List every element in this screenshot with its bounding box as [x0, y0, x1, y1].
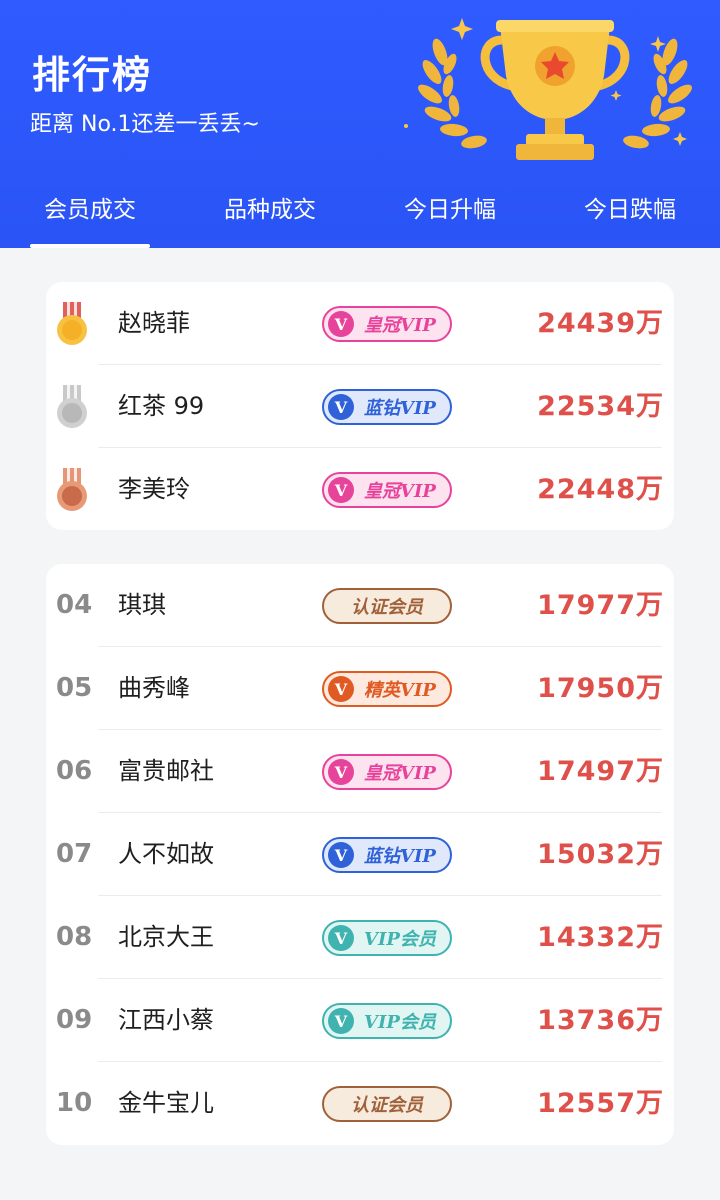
member-name: 人不如故	[118, 840, 214, 868]
top3-card: 赵晓菲 V 皇冠VIP 24439万红茶 99 V 蓝钻VIP 22534万李美玲 V 皇冠VI…	[46, 282, 674, 530]
deal-amount: 15032万	[537, 839, 664, 870]
badge-label: 认证会员	[351, 1095, 423, 1116]
rank-row[interactable]: 05 曲秀峰 V 精英VIP 17950万	[46, 647, 674, 730]
badge-label: 皇冠VIP	[364, 763, 436, 784]
deal-amount: 22448万	[537, 474, 664, 505]
top-rank-row[interactable]: 赵晓菲 V 皇冠VIP 24439万	[46, 282, 674, 365]
badge-label: 蓝钻VIP	[364, 846, 436, 867]
rank-number: 06	[56, 756, 93, 786]
trophy-icon	[404, 18, 692, 160]
badge-label: VIP会员	[364, 929, 436, 950]
vip-v-icon: V	[328, 759, 354, 785]
rank-number: 10	[56, 1088, 93, 1118]
member-name: 富贵邮社	[118, 757, 214, 785]
rank-row[interactable]: 08 北京大王 V VIP会员 14332万	[46, 896, 674, 979]
member-level-badge: V VIP会员	[322, 920, 452, 956]
rank-row[interactable]: 06 富贵邮社 V 皇冠VIP 17497万	[46, 730, 674, 813]
member-level-badge: V 皇冠VIP	[322, 306, 452, 342]
vip-v-icon: V	[328, 477, 354, 503]
rank-number: 07	[56, 839, 93, 869]
vip-v-icon: V	[328, 394, 354, 420]
member-name: 李美玲	[118, 475, 190, 503]
member-name: 江西小蔡	[118, 1006, 214, 1034]
rank-row[interactable]: 04 琪琪 认证会员 17977万	[46, 564, 674, 647]
vip-v-icon: V	[328, 311, 354, 337]
deal-amount: 24439万	[537, 308, 664, 339]
tab-today-fall[interactable]: 今日跌幅	[540, 188, 720, 248]
rank-number: 08	[56, 922, 93, 952]
member-level-badge: V 蓝钻VIP	[322, 389, 452, 425]
member-name: 琪琪	[118, 591, 166, 619]
badge-label: 认证会员	[351, 597, 423, 618]
badge-label: VIP会员	[364, 1012, 436, 1033]
vip-v-icon: V	[328, 676, 354, 702]
deal-amount: 17950万	[537, 673, 664, 704]
tab-today-rise[interactable]: 今日升幅	[360, 188, 540, 248]
deal-amount: 17497万	[537, 756, 664, 787]
deal-amount: 17977万	[537, 590, 664, 621]
gold-medal-icon	[57, 302, 87, 345]
member-level-badge: V 精英VIP	[322, 671, 452, 707]
badge-label: 皇冠VIP	[364, 315, 436, 336]
tab-bar: 会员成交 品种成交 今日升幅 今日跌幅	[0, 188, 720, 248]
deal-amount: 13736万	[537, 1005, 664, 1036]
page-title: 排行榜	[32, 53, 153, 97]
badge-label: 精英VIP	[364, 680, 436, 701]
member-name: 曲秀峰	[118, 674, 190, 702]
badge-label: 皇冠VIP	[364, 481, 436, 502]
badge-label: 蓝钻VIP	[364, 398, 436, 419]
member-name: 红茶 99	[118, 392, 205, 420]
member-level-badge: 认证会员	[322, 588, 452, 624]
member-name: 赵晓菲	[118, 309, 190, 337]
ranking-list-card: 04 琪琪 认证会员 17977万 05 曲秀峰 V 精英VIP 17950万 06 富贵邮社 V 皇冠…	[46, 564, 674, 1145]
rank-number: 04	[56, 590, 93, 620]
deal-amount: 14332万	[537, 922, 664, 953]
member-level-badge: V 蓝钻VIP	[322, 837, 452, 873]
page-subtitle: 距离 No.1还差一丢丢~	[30, 112, 260, 137]
vip-v-icon: V	[328, 925, 354, 951]
rank-number: 05	[56, 673, 93, 703]
header-banner: 排行榜 距离 No.1还差一丢丢~ 会员成交 品种成交 今日升幅 今日跌幅	[0, 0, 720, 248]
bronze-medal-icon	[57, 468, 87, 511]
vip-v-icon: V	[328, 842, 354, 868]
member-level-badge: V 皇冠VIP	[322, 472, 452, 508]
member-name: 北京大王	[118, 923, 214, 951]
member-level-badge: 认证会员	[322, 1086, 452, 1122]
tab-member-deals[interactable]: 会员成交	[0, 188, 180, 248]
tab-variety-deals[interactable]: 品种成交	[180, 188, 360, 248]
rank-number: 09	[56, 1005, 93, 1035]
rank-row[interactable]: 09 江西小蔡 V VIP会员 13736万	[46, 979, 674, 1062]
rank-row[interactable]: 10 金牛宝儿 认证会员 12557万	[46, 1062, 674, 1145]
vip-v-icon: V	[328, 1008, 354, 1034]
deal-amount: 12557万	[537, 1088, 664, 1119]
top-rank-row[interactable]: 李美玲 V 皇冠VIP 22448万	[46, 448, 674, 531]
member-name: 金牛宝儿	[118, 1089, 214, 1117]
member-level-badge: V VIP会员	[322, 1003, 452, 1039]
silver-medal-icon	[57, 385, 87, 428]
top-rank-row[interactable]: 红茶 99 V 蓝钻VIP 22534万	[46, 365, 674, 448]
rank-row[interactable]: 07 人不如故 V 蓝钻VIP 15032万	[46, 813, 674, 896]
member-level-badge: V 皇冠VIP	[322, 754, 452, 790]
deal-amount: 22534万	[537, 391, 664, 422]
